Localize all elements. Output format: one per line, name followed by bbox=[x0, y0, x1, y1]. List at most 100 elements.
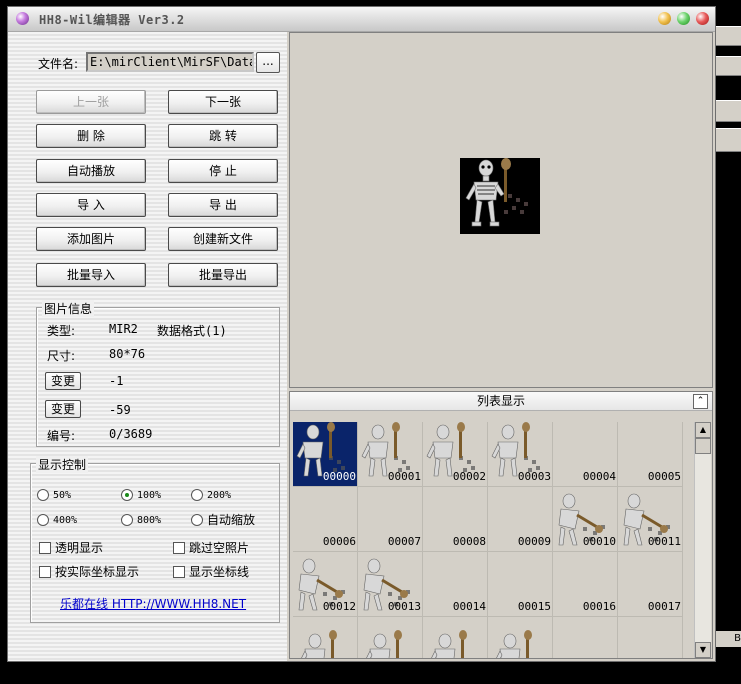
actual-coords-checkbox[interactable] bbox=[39, 566, 51, 578]
export-button[interactable]: 导 出 bbox=[168, 193, 278, 217]
thumbnail-cell[interactable]: 00021 bbox=[488, 617, 553, 658]
thumbnail-cell[interactable]: 00006 bbox=[293, 487, 358, 552]
background-window-strip bbox=[716, 100, 741, 122]
display-control-title: 显示控制 bbox=[36, 456, 89, 473]
browse-button[interactable]: ... bbox=[256, 52, 280, 73]
scroll-up-arrow-icon[interactable]: ▲ bbox=[695, 422, 711, 438]
thumbnail-number: 00012 bbox=[322, 600, 356, 613]
thumbnail-number: 00017 bbox=[647, 600, 681, 613]
thumbnail-cell[interactable]: 00015 bbox=[488, 552, 553, 617]
thumbnail-cell[interactable]: 00005 bbox=[618, 422, 683, 487]
thumbnail-cell[interactable]: 00017 bbox=[618, 552, 683, 617]
collapse-icon[interactable]: ⌃ bbox=[693, 394, 708, 409]
zoom-100-radio[interactable] bbox=[121, 489, 133, 501]
batch-import-button[interactable]: 批量导入 bbox=[36, 263, 146, 287]
window-title: HH8-Wil编辑器 Ver3.2 bbox=[39, 13, 185, 27]
skeleton-thumbnail-icon bbox=[431, 630, 467, 658]
website-link[interactable]: 乐都在线 HTTP://WWW.HH8.NET bbox=[60, 595, 246, 612]
thumbnail-cell[interactable]: 00012 bbox=[293, 552, 358, 617]
thumbnail-cell[interactable]: 00011 bbox=[618, 487, 683, 552]
file-path-field[interactable]: E:\mirClient\MirSF\Data\ bbox=[86, 52, 254, 72]
autoplay-button[interactable]: 自动播放 bbox=[36, 159, 146, 183]
preview-image bbox=[460, 158, 540, 234]
index-value: 0/3689 bbox=[109, 427, 153, 441]
maximize-button[interactable] bbox=[677, 12, 690, 25]
minimize-button[interactable] bbox=[658, 12, 671, 25]
change-x-button[interactable]: 变更 bbox=[45, 372, 81, 390]
format-value: 数据格式(1) bbox=[157, 324, 227, 338]
auto-zoom-label: 自动缩放 bbox=[207, 513, 256, 527]
actual-coords-label: 按实际坐标显示 bbox=[55, 565, 140, 579]
size-value: 80*76 bbox=[109, 347, 146, 361]
thumbnail-cell[interactable]: 00008 bbox=[423, 487, 488, 552]
add-image-button[interactable]: 添加图片 bbox=[36, 227, 146, 251]
create-file-button[interactable]: 创建新文件 bbox=[168, 227, 278, 251]
thumbnail-number: 00002 bbox=[452, 470, 486, 483]
zoom-100-label: 100% bbox=[137, 490, 162, 501]
image-preview-panel[interactable] bbox=[289, 32, 713, 388]
control-panel: 文件名: E:\mirClient\MirSF\Data\ ... 上一张 下一… bbox=[8, 32, 287, 661]
transparent-checkbox[interactable] bbox=[39, 542, 51, 554]
thumbnail-cell[interactable]: 00016 bbox=[553, 552, 618, 617]
thumbnail-number: 00000 bbox=[322, 470, 356, 483]
scroll-thumb[interactable] bbox=[695, 438, 711, 454]
thumbnail-cell[interactable]: 00014 bbox=[423, 552, 488, 617]
thumbnail-cell[interactable]: 00007 bbox=[358, 487, 423, 552]
thumbnail-cell[interactable]: 00013 bbox=[358, 552, 423, 617]
jump-button[interactable]: 跳 转 bbox=[168, 124, 278, 148]
list-header: 列表显示 ⌃ bbox=[290, 392, 712, 411]
list-scrollbar[interactable]: ▲ ▼ bbox=[694, 422, 711, 658]
close-button[interactable] bbox=[696, 12, 709, 25]
skeleton-thumbnail-icon bbox=[301, 630, 337, 658]
thumbnail-cell[interactable]: 00018 bbox=[293, 617, 358, 658]
import-button[interactable]: 导 入 bbox=[36, 193, 146, 217]
skeleton-sprite-icon bbox=[460, 158, 540, 234]
show-axes-checkbox[interactable] bbox=[173, 566, 185, 578]
thumbnail-number: 00009 bbox=[517, 535, 551, 548]
thumbnail-cell[interactable]: 00020 bbox=[423, 617, 488, 658]
zoom-400-radio[interactable] bbox=[37, 514, 49, 526]
thumbnail-grid[interactable]: 00000 00001 00002 00003 00004 00005 00006 00007… bbox=[293, 422, 685, 658]
zoom-400-label: 400% bbox=[53, 515, 78, 526]
thumbnail-number: 00011 bbox=[647, 535, 681, 548]
change-y-button[interactable]: 变更 bbox=[45, 400, 81, 418]
thumbnail-cell[interactable]: 00010 bbox=[553, 487, 618, 552]
file-name-label: 文件名: bbox=[38, 57, 79, 71]
thumbnail-cell[interactable]: 00009 bbox=[488, 487, 553, 552]
thumbnail-cell[interactable]: 00002 bbox=[423, 422, 488, 487]
title-bar[interactable]: HH8-Wil编辑器 Ver3.2 bbox=[8, 7, 715, 32]
thumbnail-cell[interactable]: 00000 bbox=[293, 422, 358, 487]
thumbnail-number: 00016 bbox=[582, 600, 616, 613]
thumbnail-cell[interactable]: 00019 bbox=[358, 617, 423, 658]
zoom-200-radio[interactable] bbox=[191, 489, 203, 501]
type-label: 类型: bbox=[47, 324, 76, 338]
zoom-50-label: 50% bbox=[53, 490, 72, 501]
offset-y-value: -59 bbox=[109, 403, 131, 417]
thumbnail-number: 00005 bbox=[647, 470, 681, 483]
thumbnail-number: 00003 bbox=[517, 470, 551, 483]
thumbnail-number: 00006 bbox=[322, 535, 356, 548]
thumbnail-number: 00008 bbox=[452, 535, 486, 548]
zoom-50-radio[interactable] bbox=[37, 489, 49, 501]
auto-zoom-radio[interactable] bbox=[191, 514, 203, 526]
skip-empty-checkbox[interactable] bbox=[173, 542, 185, 554]
offset-x-value: -1 bbox=[109, 374, 124, 388]
skeleton-thumbnail-icon bbox=[496, 630, 532, 658]
show-axes-label: 显示坐标线 bbox=[189, 565, 250, 579]
thumbnail-number: 00015 bbox=[517, 600, 551, 613]
stop-button[interactable]: 停 止 bbox=[168, 159, 278, 183]
delete-button[interactable]: 删 除 bbox=[36, 124, 146, 148]
thumbnail-cell[interactable]: 00004 bbox=[553, 422, 618, 487]
thumbnail-cell[interactable]: 00023 bbox=[618, 617, 683, 658]
batch-export-button[interactable]: 批量导出 bbox=[168, 263, 278, 287]
thumbnail-number: 00013 bbox=[387, 600, 421, 613]
prev-image-button[interactable]: 上一张 bbox=[36, 90, 146, 114]
scroll-down-arrow-icon[interactable]: ▼ bbox=[695, 642, 711, 658]
next-image-button[interactable]: 下一张 bbox=[168, 90, 278, 114]
thumbnail-cell[interactable]: 00022 bbox=[553, 617, 618, 658]
zoom-800-radio[interactable] bbox=[121, 514, 133, 526]
thumbnail-cell[interactable]: 00003 bbox=[488, 422, 553, 487]
index-label: 编号: bbox=[47, 429, 76, 443]
thumbnail-cell[interactable]: 00001 bbox=[358, 422, 423, 487]
zoom-800-label: 800% bbox=[137, 515, 162, 526]
